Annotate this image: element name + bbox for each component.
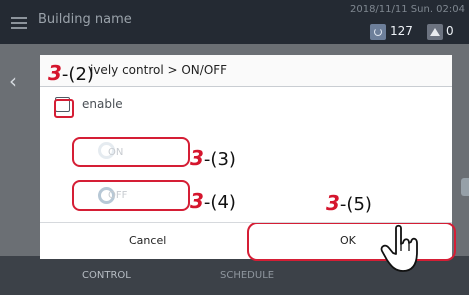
tab-control[interactable]: CONTROL: [82, 270, 131, 281]
power-count: 127: [390, 24, 413, 38]
highlight-on-option: [72, 137, 190, 167]
cancel-button[interactable]: Cancel: [129, 234, 166, 247]
datetime: 2018/11/11 Sun. 02:04: [349, 4, 465, 15]
hand-pointer-icon: [380, 224, 418, 272]
tab-schedule[interactable]: SCHEDULE: [220, 270, 274, 281]
enable-row[interactable]: enable: [50, 92, 430, 118]
annotation-3-2: 3-(2): [48, 61, 94, 85]
alarm-count: 0: [446, 24, 454, 38]
warning-icon: [427, 24, 443, 40]
annotation-3-3: 3-(3): [190, 146, 236, 170]
top-bar: Building name 2018/11/11 Sun. 02:04 127 …: [0, 0, 469, 44]
enable-label: enable: [82, 97, 123, 111]
dialog-title: ively control > ON/OFF: [90, 63, 228, 77]
annotation-3-4: 3-(4): [190, 189, 236, 213]
building-name: Building name: [38, 12, 132, 27]
dialog-footer-divider: [40, 222, 452, 223]
ok-button[interactable]: OK: [340, 234, 356, 247]
highlight-checkbox: [54, 99, 74, 118]
power-icon: [370, 24, 386, 40]
dialog-header: ively control > ON/OFF: [40, 55, 452, 87]
back-arrow-icon[interactable]: ‹: [9, 69, 17, 93]
annotation-3-5: 3-(5): [326, 191, 372, 215]
highlight-off-option: [72, 180, 190, 211]
side-panel-handle[interactable]: [461, 178, 469, 196]
hamburger-menu-icon[interactable]: [11, 17, 27, 29]
